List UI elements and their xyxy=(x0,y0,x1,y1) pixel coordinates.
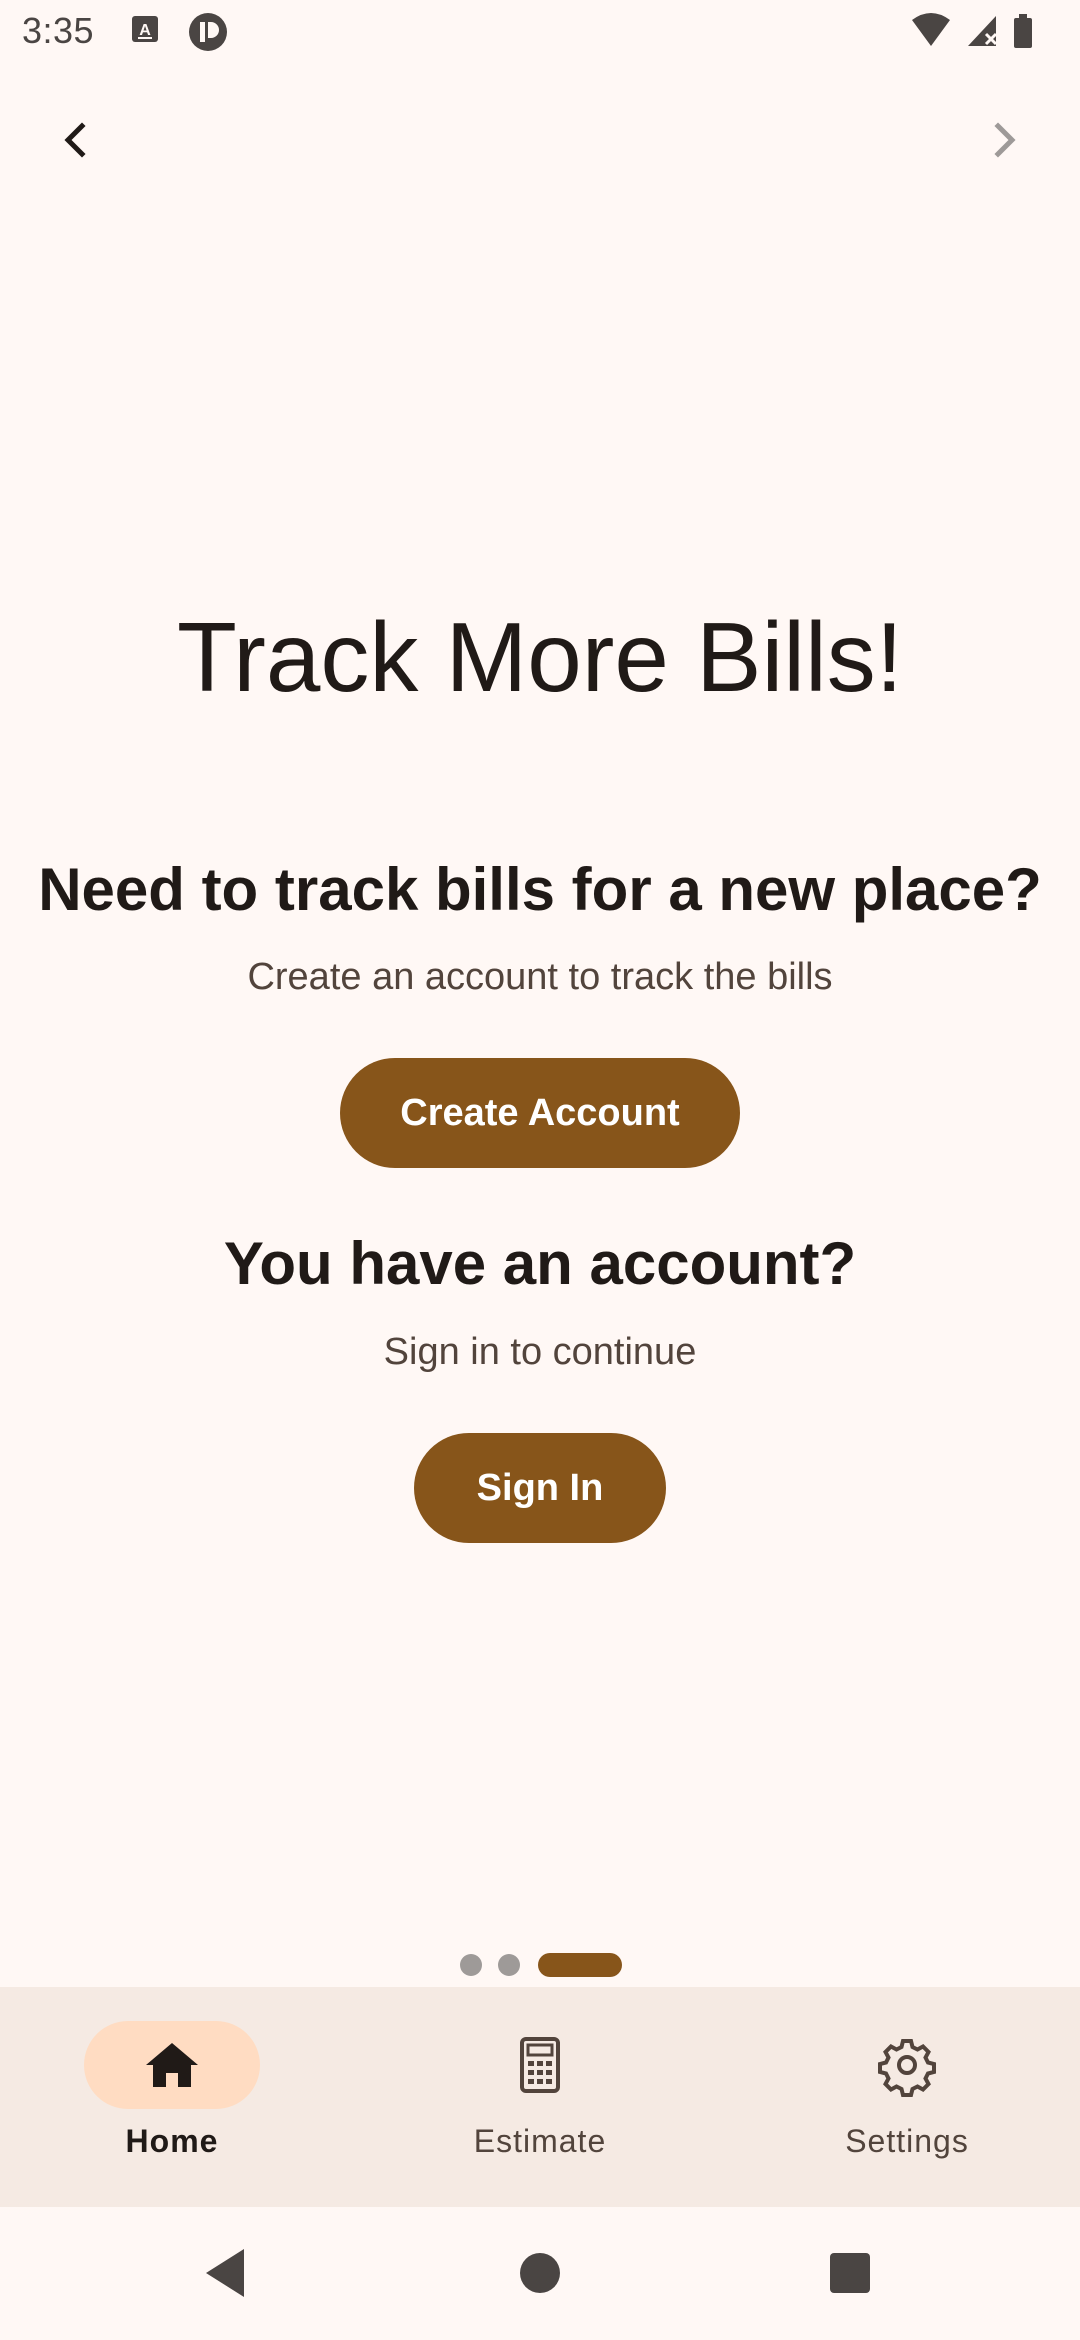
page-dot xyxy=(460,1954,482,1976)
status-icons xyxy=(910,12,1060,52)
nav-label-settings: Settings xyxy=(845,2123,969,2159)
system-navigation-bar xyxy=(0,2207,1080,2340)
calculator-icon xyxy=(520,2037,560,2093)
chevron-right-icon xyxy=(994,122,1016,158)
system-recents-icon[interactable] xyxy=(820,2243,880,2303)
home-icon xyxy=(146,2043,198,2087)
battery-icon xyxy=(1014,14,1032,48)
nav-label-estimate: Estimate xyxy=(473,2123,607,2159)
page-indicator xyxy=(0,1952,1080,1978)
status-time: 3:35 xyxy=(22,10,95,51)
page-dot-active xyxy=(538,1953,622,1977)
gear-icon xyxy=(878,2039,936,2097)
keyboard-notification-icon: A xyxy=(130,14,160,49)
sign-in-button[interactable]: Sign In xyxy=(414,1433,666,1543)
page-dot xyxy=(498,1954,520,1976)
system-home-icon[interactable] xyxy=(510,2243,570,2303)
nav-item-settings[interactable]: Settings xyxy=(727,1987,1080,2207)
create-section-heading: Need to track bills for a new place? xyxy=(38,856,1042,923)
nav-item-home[interactable]: Home xyxy=(0,1987,352,2207)
signin-section-subtext: Sign in to continue xyxy=(383,1331,697,1373)
nav-label-home: Home xyxy=(125,2123,219,2159)
wifi-icon xyxy=(912,13,950,46)
signal-icon xyxy=(968,16,998,46)
page-title: Track More Bills! xyxy=(176,602,903,712)
create-section-subtext: Create an account to track the bills xyxy=(247,956,833,998)
nav-item-estimate[interactable]: Estimate xyxy=(360,1987,720,2207)
back-button[interactable] xyxy=(46,110,106,170)
svg-text:A: A xyxy=(139,22,151,39)
bottom-navigation: Home Estimate Settings xyxy=(0,1987,1080,2207)
chevron-left-icon xyxy=(64,122,86,158)
status-bar: 3:35 A xyxy=(0,0,1080,66)
system-back-icon[interactable] xyxy=(196,2243,256,2303)
signin-section-heading: You have an account? xyxy=(223,1230,857,1297)
app-notification-icon xyxy=(188,12,228,57)
create-account-button[interactable]: Create Account xyxy=(340,1058,740,1168)
forward-button[interactable] xyxy=(974,110,1034,170)
